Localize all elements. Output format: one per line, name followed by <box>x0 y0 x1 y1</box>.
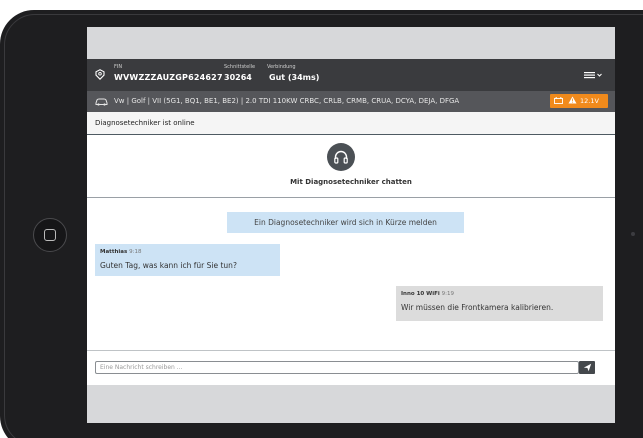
message-time: 9:18 <box>129 249 142 255</box>
chat-panel: Mit Diagnosetechniker chatten Ein Diagno… <box>87 135 615 350</box>
chat-divider <box>87 197 615 198</box>
battery-voltage-badge[interactable]: 12.1V <box>550 94 608 108</box>
message-composer <box>87 350 615 386</box>
stage: FIN WVWZZZAUZGP624627 Schnittstelle 3026… <box>0 0 643 438</box>
headset-icon <box>334 150 348 164</box>
hamburger-menu-icon[interactable] <box>578 68 606 82</box>
chat-title: Mit Diagnosetechniker chatten <box>290 178 412 186</box>
battery-icon <box>554 97 563 104</box>
message-time: 9:19 <box>441 291 455 297</box>
interface-value: 30264 <box>224 73 252 82</box>
send-icon <box>583 363 592 372</box>
message-sender: Inno 10 WiFi 9:19 <box>401 291 454 297</box>
screen-footer-area <box>87 385 615 423</box>
location-pin-icon <box>95 69 105 80</box>
send-button[interactable] <box>579 361 595 374</box>
fin-value: WVWZZZAUZGP624627 <box>114 73 223 82</box>
vehicle-description-bar: Vw | Golf | VII (5G1, BQ1, BE1, BE2) | 2… <box>87 91 615 112</box>
sender-name: Inno 10 WiFi <box>401 291 440 297</box>
vehicle-description: Vw | Golf | VII (5G1, BQ1, BE1, BE2) | 2… <box>114 97 460 105</box>
warning-icon <box>568 96 577 104</box>
home-square-icon <box>44 229 56 241</box>
app-screen: FIN WVWZZZAUZGP624627 Schnittstelle 3026… <box>87 27 615 423</box>
message-text: Wir müssen die Frontkamera kalibrieren. <box>401 303 554 312</box>
technician-status: Diagnosetechniker ist online <box>95 119 195 127</box>
tablet-home-button[interactable] <box>33 218 67 252</box>
message-sender: Matthias 9:18 <box>100 249 142 255</box>
technician-status-bar: Diagnosetechniker ist online <box>87 112 615 135</box>
battery-voltage: 12.1V <box>580 97 599 105</box>
message-input[interactable] <box>95 361 579 374</box>
fin-label: FIN <box>114 64 123 70</box>
connection-label: Verbindung <box>267 64 296 70</box>
message-text: Guten Tag, was kann ich für Sie tun? <box>100 261 237 270</box>
tablet-camera <box>631 232 635 236</box>
outgoing-message: Inno 10 WiFi 9:19 Wir müssen die Frontka… <box>396 286 603 321</box>
headset-avatar <box>327 143 355 171</box>
incoming-message: Matthias 9:18 Guten Tag, was kann ich fü… <box>95 244 280 276</box>
car-icon <box>95 98 108 106</box>
vehicle-info-bar: FIN WVWZZZAUZGP624627 Schnittstelle 3026… <box>87 59 615 91</box>
interface-label: Schnittstelle <box>224 64 256 70</box>
system-message: Ein Diagnosetechniker wird sich in Kürze… <box>227 212 464 233</box>
sender-name: Matthias <box>100 249 128 255</box>
connection-value: Gut (34ms) <box>269 73 320 82</box>
